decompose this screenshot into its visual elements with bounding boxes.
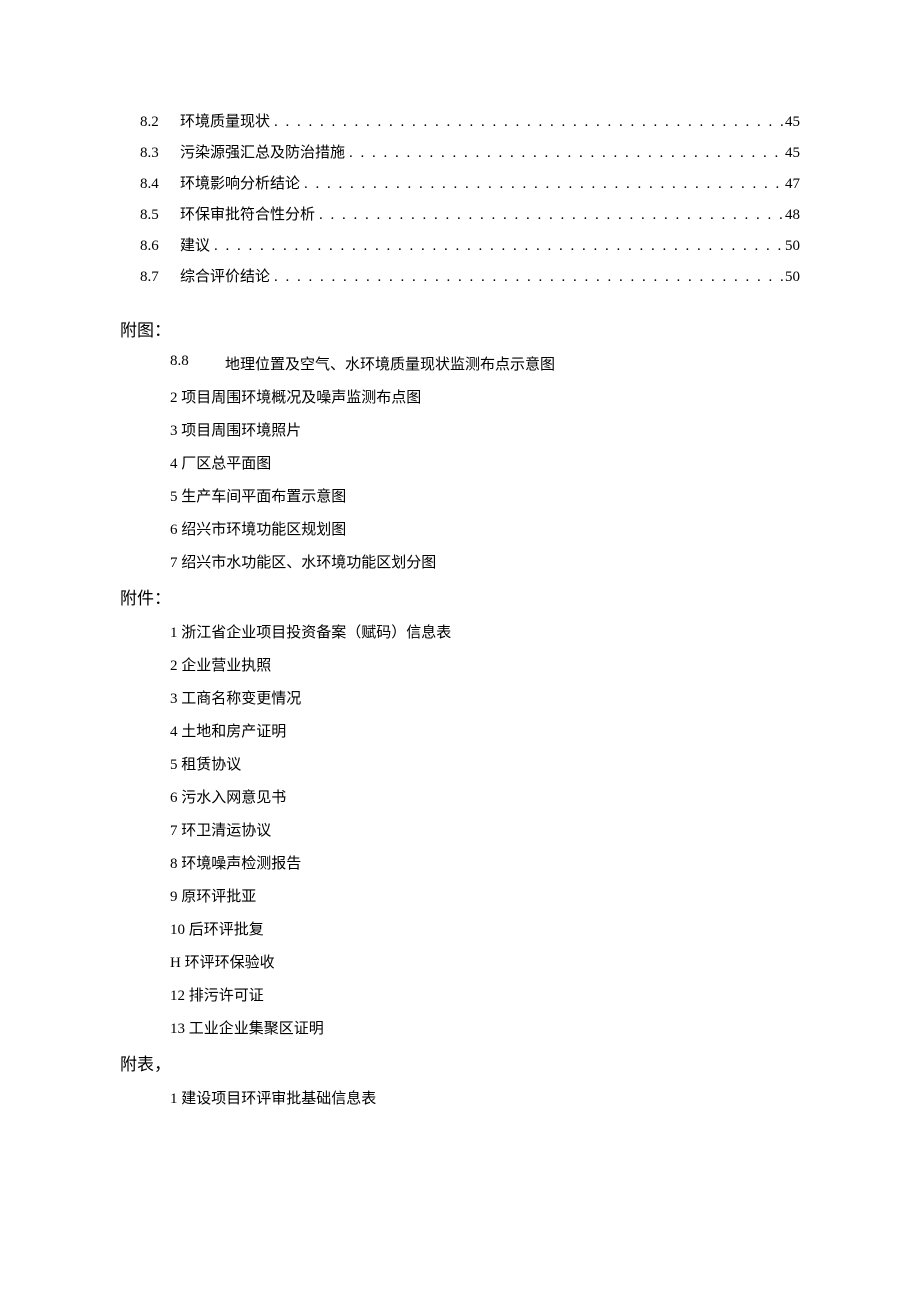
- fujian-list: 1 浙江省企业项目投资备案（赋码）信息表 2 企业营业执照 3 工商名称变更情况…: [120, 621, 800, 1038]
- toc-number: 8.2: [140, 114, 180, 131]
- list-item: 8 环境噪声检测报告: [170, 852, 800, 873]
- list-item-text: 地理位置及空气、水环境质量现状监测布点示意图: [225, 353, 555, 374]
- document-page: 8.2 环境质量现状 . . . . . . . . . . . . . . .…: [0, 0, 920, 1108]
- toc-leader: . . . . . . . . . . . . . . . . . . . . …: [270, 269, 785, 286]
- toc-number: 8.6: [140, 238, 180, 255]
- toc-leader: . . . . . . . . . . . . . . . . . . . . …: [210, 238, 785, 255]
- toc-row: 8.2 环境质量现状 . . . . . . . . . . . . . . .…: [120, 110, 800, 131]
- list-item: 2 项目周围环境概况及噪声监测布点图: [170, 386, 800, 407]
- list-item: H 环评环保验收: [170, 951, 800, 972]
- toc-title: 综合评价结论: [180, 265, 270, 286]
- toc-title: 环保审批符合性分析: [180, 203, 315, 224]
- list-item: 5 生产车间平面布置示意图: [170, 485, 800, 506]
- section-heading-fujian: 附件：: [120, 584, 800, 609]
- section-heading-fubiao: 附表，: [120, 1050, 800, 1075]
- toc-leader: . . . . . . . . . . . . . . . . . . . . …: [315, 207, 785, 224]
- toc-row: 8.3 污染源强汇总及防治措施 . . . . . . . . . . . . …: [120, 141, 800, 162]
- fubiao-list: 1 建设项目环评审批基础信息表: [120, 1087, 800, 1108]
- toc-number: 8.7: [140, 269, 180, 286]
- toc-number: 8.4: [140, 176, 180, 193]
- toc-title: 污染源强汇总及防治措施: [180, 141, 345, 162]
- toc-page-number: 50: [785, 238, 800, 255]
- list-item: 7 绍兴市水功能区、水环境功能区划分图: [170, 551, 800, 572]
- list-item: 7 环卫清运协议: [170, 819, 800, 840]
- list-item: 3 工商名称变更情况: [170, 687, 800, 708]
- list-item: 6 绍兴市环境功能区规划图: [170, 518, 800, 539]
- toc-leader: . . . . . . . . . . . . . . . . . . . . …: [345, 145, 785, 162]
- list-item: 9 原环评批亚: [170, 885, 800, 906]
- section-heading-futu: 附图：: [120, 316, 800, 341]
- list-item: 4 厂区总平面图: [170, 452, 800, 473]
- toc-page-number: 45: [785, 114, 800, 131]
- list-item: 5 租赁协议: [170, 753, 800, 774]
- list-item-number: 8.8: [170, 353, 225, 374]
- toc-number: 8.5: [140, 207, 180, 224]
- toc-title: 环境影响分析结论: [180, 172, 300, 193]
- list-item: 2 企业营业执照: [170, 654, 800, 675]
- toc-page-number: 47: [785, 176, 800, 193]
- toc-title: 建议: [180, 234, 210, 255]
- toc-row: 8.5 环保审批符合性分析 . . . . . . . . . . . . . …: [120, 203, 800, 224]
- list-item: 1 建设项目环评审批基础信息表: [170, 1087, 800, 1108]
- list-item: 4 土地和房产证明: [170, 720, 800, 741]
- toc-title: 环境质量现状: [180, 110, 270, 131]
- list-item: 6 污水入网意见书: [170, 786, 800, 807]
- toc-row: 8.6 建议 . . . . . . . . . . . . . . . . .…: [120, 234, 800, 255]
- futu-list: 8.8 地理位置及空气、水环境质量现状监测布点示意图 2 项目周围环境概况及噪声…: [120, 353, 800, 572]
- toc-row: 8.4 环境影响分析结论 . . . . . . . . . . . . . .…: [120, 172, 800, 193]
- list-item: 13 工业企业集聚区证明: [170, 1017, 800, 1038]
- list-item: 10 后环评批复: [170, 918, 800, 939]
- toc-page-number: 48: [785, 207, 800, 224]
- toc-row: 8.7 综合评价结论 . . . . . . . . . . . . . . .…: [120, 265, 800, 286]
- list-item: 1 浙江省企业项目投资备案（赋码）信息表: [170, 621, 800, 642]
- list-item: 12 排污许可证: [170, 984, 800, 1005]
- toc-page-number: 45: [785, 145, 800, 162]
- list-item: 3 项目周围环境照片: [170, 419, 800, 440]
- toc-leader: . . . . . . . . . . . . . . . . . . . . …: [270, 114, 785, 131]
- toc-leader: . . . . . . . . . . . . . . . . . . . . …: [300, 176, 785, 193]
- toc-page-number: 50: [785, 269, 800, 286]
- list-item: 8.8 地理位置及空气、水环境质量现状监测布点示意图: [170, 353, 800, 374]
- toc-number: 8.3: [140, 145, 180, 162]
